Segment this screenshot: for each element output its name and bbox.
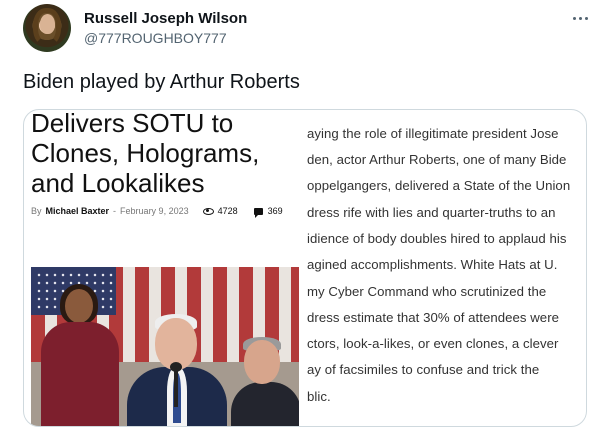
article-body: aying the role of illegitimate president… — [305, 110, 586, 426]
display-name[interactable]: Russell Joseph Wilson — [84, 10, 247, 27]
comment-icon — [253, 207, 263, 218]
article-line: oppelgangers, delivered a State of the U… — [307, 178, 571, 193]
eye-icon — [202, 207, 214, 215]
article-line: my Cyber Command who scrutinized the — [307, 284, 547, 299]
article-line: idience of body doubles hired to applaud… — [307, 231, 567, 246]
article-line: ctors, look-a-likes, or even clones, a c… — [307, 336, 559, 351]
article-headline: Delivers SOTU to Clones, Holograms, and … — [31, 109, 260, 198]
article-line: blic. — [307, 389, 331, 404]
tweet: Russell Joseph Wilson @777ROUGHBOY777 Bi… — [0, 0, 609, 437]
tweet-text: Biden played by Arthur Roberts — [23, 71, 300, 93]
article-byline: By Michael Baxter - February 9, 2023 472… — [31, 206, 283, 218]
user-handle[interactable]: @777ROUGHBOY777 — [84, 30, 227, 46]
media-card[interactable]: Delivers SOTU to Clones, Holograms, and … — [23, 109, 587, 427]
byline-by: By — [31, 206, 42, 216]
article-line: ay of facsimiles to confuse and trick th… — [307, 362, 540, 377]
more-options-icon[interactable] — [570, 8, 590, 28]
article-line: dress rife with lies and quarter-truths … — [307, 205, 556, 220]
comment-count: 369 — [267, 206, 283, 216]
article-left-panel: Delivers SOTU to Clones, Holograms, and … — [24, 109, 300, 426]
article-line: den, actor Arthur Roberts, one of many B… — [307, 152, 567, 167]
byline-separator: - — [113, 206, 117, 216]
avatar[interactable] — [23, 4, 71, 52]
article-line: dress estimate that 30% of attendees wer… — [307, 310, 560, 325]
article-line: agined accomplishments. White Hats at U. — [307, 257, 558, 272]
byline-author: Michael Baxter — [45, 206, 110, 216]
view-count: 4728 — [217, 206, 238, 216]
article-line: aying the role of illegitimate president… — [307, 126, 559, 141]
article-photo — [31, 267, 299, 426]
byline-date: February 9, 2023 — [120, 206, 189, 216]
